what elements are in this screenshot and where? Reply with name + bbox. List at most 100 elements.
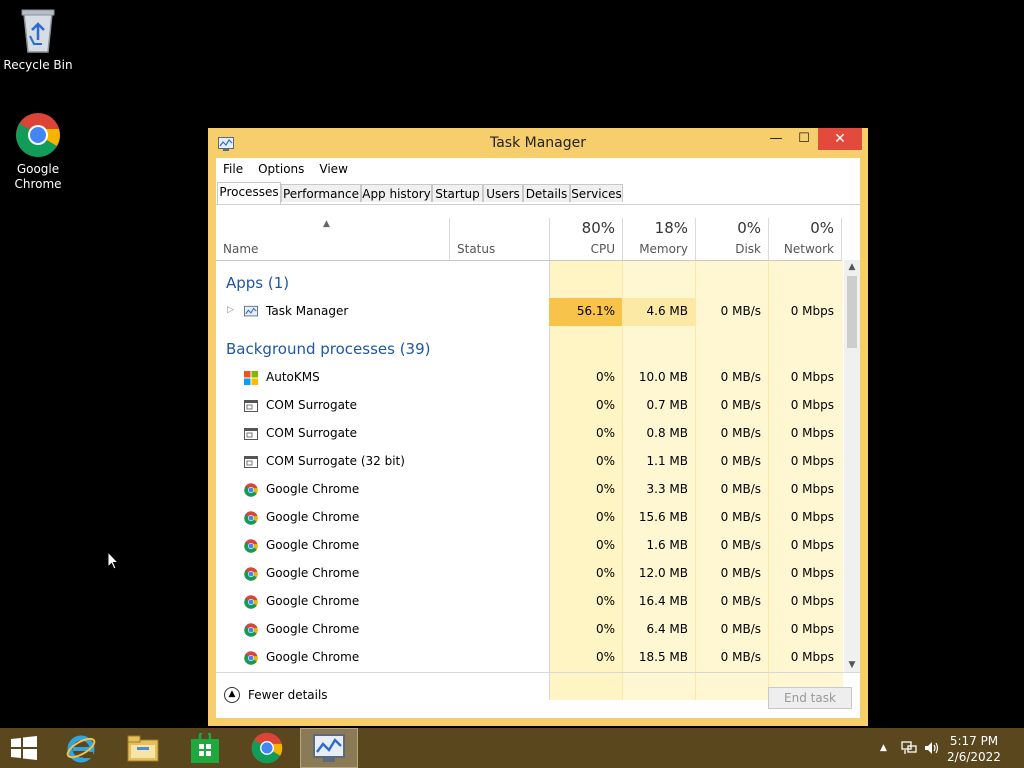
table-row[interactable]: COM Surrogate 0% 0.8 MB 0 MB/s 0 Mbps: [216, 420, 842, 448]
tab-performance[interactable]: Performance: [281, 184, 361, 202]
chrome-icon: [244, 651, 258, 665]
desktop-icon-label: Recycle Bin: [3, 58, 73, 72]
column-header-network[interactable]: 0% Network: [768, 218, 842, 260]
chrome-icon: [244, 623, 258, 637]
process-memory: 1.1 MB: [646, 454, 688, 468]
process-disk: 0 MB/s: [720, 482, 761, 496]
network-total: 0%: [810, 219, 834, 237]
taskbar-task-manager[interactable]: [300, 728, 358, 768]
process-cpu: 0%: [595, 398, 615, 412]
windows-logo-icon: [244, 371, 258, 385]
desktop-icon-recycle-bin[interactable]: Recycle Bin: [0, 6, 76, 73]
scroll-down-icon[interactable]: ▼: [844, 658, 860, 672]
file-explorer-icon: [127, 735, 159, 762]
process-cpu: 0%: [595, 566, 615, 580]
menu-view[interactable]: View: [319, 162, 347, 176]
taskbar-store[interactable]: [176, 728, 234, 768]
process-name: COM Surrogate: [266, 398, 358, 412]
process-network: 0 Mbps: [790, 370, 834, 384]
taskbar-internet-explorer[interactable]: [52, 728, 110, 768]
scrollbar-thumb[interactable]: [847, 276, 857, 348]
title-bar[interactable]: Task Manager — ☐ ✕: [208, 128, 868, 158]
process-memory: 16.4 MB: [638, 594, 688, 608]
tab-details[interactable]: Details: [523, 184, 570, 202]
tab-services[interactable]: Services: [570, 184, 623, 202]
table-row[interactable]: AutoKMS 0% 10.0 MB 0 MB/s 0 Mbps: [216, 364, 842, 392]
start-button[interactable]: [0, 728, 48, 768]
network-icon[interactable]: [901, 741, 917, 755]
store-icon: [191, 733, 219, 763]
menu-bar: File Options View: [216, 158, 860, 180]
process-cpu: 0%: [595, 538, 615, 552]
clock[interactable]: 5:17 PM 2/6/2022: [944, 733, 1004, 765]
process-cpu: 0%: [595, 482, 615, 496]
maximize-button[interactable]: ☐: [790, 128, 818, 150]
column-label-disk: Disk: [735, 242, 761, 256]
table-row[interactable]: Google Chrome 0% 3.3 MB 0 MB/s 0 Mbps: [216, 476, 842, 504]
scroll-up-icon[interactable]: ▲: [844, 260, 860, 274]
menu-options[interactable]: Options: [258, 162, 304, 176]
process-name: Google Chrome: [266, 566, 360, 580]
table-row[interactable]: Google Chrome 0% 12.0 MB 0 MB/s 0 Mbps: [216, 560, 842, 588]
process-name: COM Surrogate: [266, 426, 358, 440]
start-windows-icon: [11, 736, 37, 760]
chrome-icon: [251, 732, 283, 764]
expand-arrow-icon[interactable]: ▷: [227, 305, 234, 315]
tab-users[interactable]: Users: [483, 184, 523, 202]
volume-icon[interactable]: [924, 741, 940, 755]
process-cpu: 0%: [595, 622, 615, 636]
window-client: File Options View Processes Performance …: [216, 158, 860, 718]
process-cpu: 56.1%: [576, 304, 615, 318]
table-row[interactable]: COM Surrogate (32 bit) 0% 1.1 MB 0 MB/s 0 Mb…: [216, 448, 842, 476]
process-disk: 0 MB/s: [720, 538, 761, 552]
fewer-details-button[interactable]: ▲ Fewer details: [224, 687, 328, 703]
process-name: AutoKMS: [266, 370, 320, 384]
minimize-button[interactable]: —: [762, 128, 790, 150]
process-memory: 10.0 MB: [638, 370, 688, 384]
table-row[interactable]: Google Chrome 0% 6.4 MB 0 MB/s 0 Mbps: [216, 616, 842, 644]
process-memory: 6.4 MB: [646, 622, 688, 636]
taskbar-chrome[interactable]: [238, 728, 296, 768]
table-row[interactable]: COM Surrogate 0% 0.7 MB 0 MB/s 0 Mbps: [216, 392, 842, 420]
table-row[interactable]: Google Chrome 0% 15.6 MB 0 MB/s 0 Mbps: [216, 504, 842, 532]
process-name: Google Chrome: [266, 538, 360, 552]
show-hidden-icons-icon[interactable]: ▲: [880, 743, 887, 753]
table-row[interactable]: Google Chrome 0% 18.5 MB 0 MB/s 0 Mbps: [216, 644, 842, 672]
desktop-icon-google-chrome[interactable]: Google Chrome: [0, 112, 76, 192]
tab-app-history[interactable]: App history: [361, 184, 432, 202]
process-name: Google Chrome: [266, 622, 360, 636]
process-name: Google Chrome: [266, 510, 360, 524]
cpu-total: 80%: [581, 219, 615, 237]
menu-file[interactable]: File: [223, 162, 243, 176]
internet-explorer-icon: [66, 735, 96, 763]
process-network: 0 Mbps: [790, 538, 834, 552]
column-header-disk[interactable]: 0% Disk: [695, 218, 768, 260]
end-task-button[interactable]: End task: [768, 687, 852, 709]
process-disk: 0 MB/s: [720, 566, 761, 580]
table-row[interactable]: Google Chrome 0% 1.6 MB 0 MB/s 0 Mbps: [216, 532, 842, 560]
column-header-status[interactable]: Status: [449, 218, 549, 260]
process-name: Task Manager: [266, 304, 349, 318]
process-network: 0 Mbps: [790, 594, 834, 608]
process-memory: 3.3 MB: [646, 482, 688, 496]
column-header-name[interactable]: ▲ Name: [216, 218, 449, 260]
mouse-cursor-icon: [107, 551, 119, 570]
taskbar-file-explorer[interactable]: [114, 728, 172, 768]
process-network: 0 Mbps: [790, 304, 834, 318]
table-row[interactable]: ▷ Task Manager 56.1% 4.6 MB 0 MB/s 0 Mbp…: [216, 298, 842, 326]
column-label-name: Name: [223, 242, 259, 256]
column-header-memory[interactable]: 18% Memory: [622, 218, 695, 260]
tab-startup[interactable]: Startup: [432, 184, 483, 202]
process-cpu: 0%: [595, 370, 615, 384]
process-cpu: 0%: [595, 650, 615, 664]
column-header-cpu[interactable]: 80% CPU: [549, 218, 622, 260]
memory-total: 18%: [654, 219, 688, 237]
vertical-scrollbar[interactable]: ▲ ▼: [844, 260, 860, 672]
tab-processes[interactable]: Processes: [217, 182, 281, 204]
chrome-icon: [244, 567, 258, 581]
table-row[interactable]: Google Chrome 0% 16.4 MB 0 MB/s 0 Mbps: [216, 588, 842, 616]
process-disk: 0 MB/s: [720, 594, 761, 608]
close-button[interactable]: ✕: [818, 128, 862, 150]
process-network: 0 Mbps: [790, 454, 834, 468]
process-disk: 0 MB/s: [720, 398, 761, 412]
